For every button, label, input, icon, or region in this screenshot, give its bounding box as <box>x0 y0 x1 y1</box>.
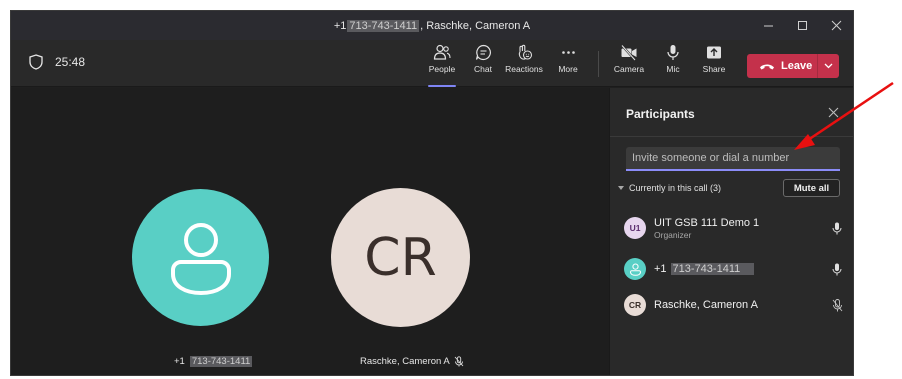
share-label: Share <box>702 64 726 74</box>
participant-row[interactable]: +1 713-743-1411 <box>624 256 846 282</box>
participant-tile-phone[interactable] <box>132 189 269 326</box>
participant-role: Organizer <box>654 229 692 240</box>
participant-mic[interactable] <box>830 298 844 312</box>
tile-label-masked: 713-743-1411 <box>189 356 253 367</box>
leave-button[interactable]: Leave <box>747 54 839 78</box>
participant-mic[interactable] <box>830 222 844 235</box>
tile-label-name: Raschke, Cameron A <box>360 356 450 367</box>
participant-mic[interactable] <box>830 263 844 276</box>
maximize-button[interactable] <box>785 11 819 40</box>
maximize-icon <box>797 21 807 30</box>
timer-text: 25:48 <box>55 55 86 69</box>
close-icon <box>828 107 839 118</box>
meeting-toolbar: 25:48 People Chat Reactions More Camera … <box>11 40 853 87</box>
participant-info: Raschke, Cameron A <box>654 299 830 311</box>
more-label: More <box>558 64 578 74</box>
panel-title: Participants <box>626 107 695 121</box>
reactions-icon <box>518 44 532 60</box>
camera-off-icon <box>621 44 637 61</box>
video-stage: +1 713-743-1411 CR Raschke, Cameron A <box>11 88 609 375</box>
participant-tile-cr[interactable]: CR <box>331 188 470 327</box>
people-button[interactable]: People <box>425 44 459 87</box>
chevron-down-icon <box>824 63 833 69</box>
avatar: U1 <box>624 217 646 239</box>
toolbar-divider <box>598 51 599 77</box>
participant-row[interactable]: U1 UIT GSB 111 Demo 1 Organizer <box>624 215 846 241</box>
participants-panel: Participants Currently in this call (3) … <box>609 88 853 375</box>
share-icon <box>707 46 721 59</box>
teams-meeting-window: +1 713-743-1411 , Raschke, Cameron A 25:… <box>10 10 854 376</box>
tile-label-phone: +1 713-743-1411 <box>174 356 253 367</box>
mic-button[interactable]: Mic <box>663 44 683 84</box>
close-icon <box>831 20 841 31</box>
participant-name-masked: 713-743-1411 <box>670 263 755 275</box>
camera-button[interactable]: Camera <box>612 44 646 84</box>
title-suffix: , Raschke, Cameron A <box>420 19 531 32</box>
avatar: CR <box>624 294 646 316</box>
leave-main[interactable]: Leave <box>747 60 817 72</box>
invite-input[interactable] <box>626 147 840 171</box>
share-button[interactable]: Share <box>700 44 728 84</box>
panel-divider <box>610 136 853 137</box>
title-bar: +1 713-743-1411 , Raschke, Cameron A <box>11 11 853 40</box>
more-button[interactable]: More <box>555 44 581 84</box>
window-title: +1 713-743-1411 , Raschke, Cameron A <box>333 19 531 32</box>
avatar-initials: CR <box>364 227 437 288</box>
mic-label: Mic <box>666 64 680 74</box>
mic-muted-icon <box>832 298 842 311</box>
in-call-section-header[interactable]: Currently in this call (3) <box>618 183 721 193</box>
caret-down-icon <box>618 185 624 190</box>
minimize-button[interactable] <box>751 11 785 40</box>
window-controls <box>751 11 853 40</box>
people-label: People <box>428 64 456 74</box>
chat-icon <box>475 44 491 61</box>
camera-label: Camera <box>613 64 645 74</box>
avatar-initials: U1 <box>629 223 641 233</box>
tile-label-prefix: +1 <box>174 356 185 367</box>
in-call-label: Currently in this call (3) <box>629 183 722 193</box>
person-icon <box>629 263 641 276</box>
leave-label: Leave <box>781 60 813 72</box>
participant-name-prefix: +1 <box>654 263 667 275</box>
participant-row[interactable]: CR Raschke, Cameron A <box>624 292 846 318</box>
person-icon <box>170 222 231 295</box>
chat-button[interactable]: Chat <box>469 44 497 84</box>
participant-info: UIT GSB 111 Demo 1 Organizer <box>654 217 830 240</box>
microphone-icon <box>667 45 679 60</box>
chat-label: Chat <box>474 64 492 74</box>
microphone-icon <box>832 263 842 275</box>
participant-name: Raschke, Cameron A <box>654 299 758 311</box>
more-icon <box>561 51 575 54</box>
microphone-icon <box>832 222 842 234</box>
people-icon <box>433 44 451 60</box>
minimize-icon <box>763 25 773 27</box>
hang-up-icon <box>760 64 774 70</box>
participant-name: +1 713-743-1411 <box>654 263 830 275</box>
shield-icon[interactable] <box>29 54 43 70</box>
title-masked-number: 713-743-1411 <box>347 19 420 32</box>
participant-info: +1 713-743-1411 <box>654 263 830 275</box>
close-window-button[interactable] <box>819 11 853 40</box>
tile-label-cr: Raschke, Cameron A <box>360 356 464 367</box>
title-prefix: +1 <box>333 19 347 32</box>
meeting-timer: 25:48 <box>29 54 85 70</box>
avatar-initials: CR <box>628 300 642 310</box>
mute-all-button[interactable]: Mute all <box>783 179 840 197</box>
reactions-label: Reactions <box>505 64 543 74</box>
reactions-button[interactable]: Reactions <box>504 44 544 84</box>
participant-name: UIT GSB 111 Demo 1 <box>654 216 760 229</box>
people-active-indicator <box>428 85 456 87</box>
leave-options-button[interactable] <box>818 63 839 69</box>
mic-muted-icon <box>454 356 464 367</box>
avatar <box>624 258 646 280</box>
close-panel-button[interactable] <box>828 105 839 123</box>
